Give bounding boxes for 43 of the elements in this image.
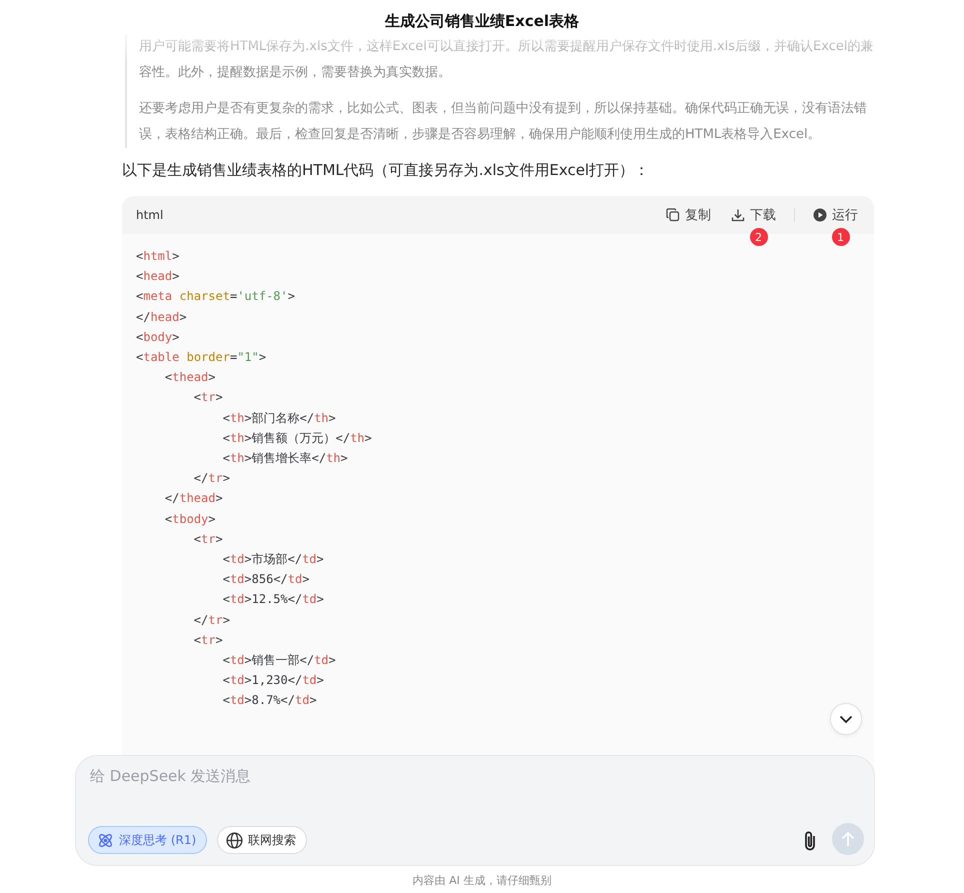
deep-think-toggle[interactable]: 深度思考 (R1)	[88, 826, 208, 854]
atom-icon	[97, 832, 114, 848]
number-badge: 1	[832, 228, 850, 246]
globe-icon	[226, 832, 244, 848]
download-icon	[731, 208, 745, 222]
code-line: </tr>	[192, 470, 230, 488]
code-line: </thead>	[164, 490, 223, 508]
code-line: <table border="1">	[136, 349, 266, 366]
message-input[interactable]: 给 DeepSeek 发送消息	[88, 766, 852, 786]
code-line: <th>销售增长率</th>	[222, 450, 348, 468]
code-line: <td>市场部</td>	[222, 551, 324, 568]
paperclip-icon[interactable]	[802, 830, 818, 852]
thinking-paragraph: 用户可能需要将HTML保存为.xls文件，这样Excel可以直接打开。所以需要提醒用户保存文件时使用.xls后缀，并确认Excel的兼容性。此外，提醒数据是示例，需要替换为真实数据。	[139, 38, 874, 82]
code-line: <td>8.7%</td>	[222, 692, 317, 710]
page-title: 生成公司销售业绩Excel表格	[384, 11, 580, 32]
disclaimer-text: 内容由 AI 生成，请仔细甄别	[412, 873, 552, 888]
code-line: <th>部门名称</th>	[222, 410, 336, 427]
code-line: <meta charset='utf-8'>	[136, 288, 295, 306]
code-line: <th>销售额（万元）</th>	[222, 430, 372, 447]
chevron-down-icon	[839, 714, 853, 724]
code-line: <tr>	[192, 632, 223, 649]
code-line: <html>	[136, 248, 180, 265]
number-badge: 2	[750, 228, 768, 246]
code-line: <head>	[136, 268, 180, 286]
web-search-toggle[interactable]: 联网搜索	[217, 826, 308, 854]
copy-button[interactable]: 复制	[664, 204, 713, 226]
code-language: html	[136, 208, 164, 222]
code-line: </tr>	[192, 612, 230, 629]
code-line: <tr>	[192, 389, 223, 406]
thinking-paragraph: 还要考虑用户是否有更复杂的需求，比如公式、图表，但当前问题中没有提到，所以保持基础。确保代码正确无误，没有语法错误，表格结构正确。最后，检查回复是否清晰，步骤是否容易理解，确保用户能顺利使用生成的HTML表格导入Excel。	[139, 100, 868, 144]
code-line: </head>	[136, 308, 187, 326]
code-line: <td>1,230</td>	[222, 672, 324, 690]
arrow-up-icon	[841, 831, 855, 847]
code-line: <thead>	[164, 369, 216, 386]
answer-text: 以下是生成销售业绩表格的HTML代码（可直接另存为.xls文件用Excel打开）：	[122, 160, 650, 181]
code-line: <tbody>	[164, 510, 216, 528]
play-icon	[813, 208, 827, 222]
code-line: <td>销售一部</td>	[222, 652, 336, 670]
copy-icon	[666, 208, 680, 222]
code-line: <td>12.5%</td>	[222, 591, 324, 608]
code-line: <tr>	[192, 530, 223, 548]
code-line: <td>856</td>	[222, 571, 310, 588]
code-line: <body>	[136, 328, 180, 346]
